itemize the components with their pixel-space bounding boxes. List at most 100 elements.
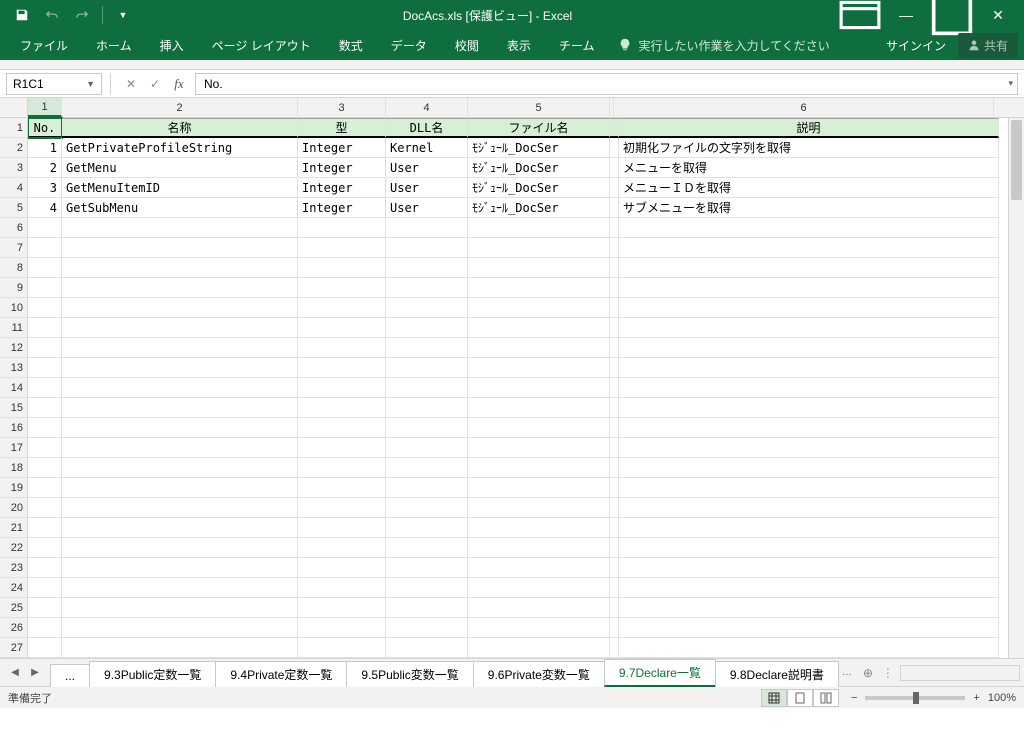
zoom-slider-thumb[interactable] — [913, 692, 919, 704]
cell[interactable] — [610, 498, 619, 518]
cell[interactable] — [610, 598, 619, 618]
formula-input[interactable]: No. ▾ — [195, 73, 1018, 95]
cell[interactable] — [28, 578, 62, 598]
row-header[interactable]: 23 — [0, 558, 27, 578]
customize-qat-button[interactable]: ▼ — [109, 3, 137, 27]
cell[interactable] — [619, 478, 999, 498]
cell[interactable] — [298, 238, 386, 258]
cell[interactable] — [610, 178, 619, 198]
row-header[interactable]: 13 — [0, 358, 27, 378]
cell[interactable] — [610, 518, 619, 538]
row-header[interactable]: 6 — [0, 218, 27, 238]
cell[interactable] — [468, 478, 610, 498]
cell[interactable]: 名称 — [62, 118, 298, 138]
row-header[interactable]: 22 — [0, 538, 27, 558]
cell[interactable]: 型 — [298, 118, 386, 138]
cell[interactable] — [386, 518, 468, 538]
cell[interactable] — [619, 638, 999, 658]
row-header[interactable]: 2 — [0, 138, 27, 158]
cell[interactable] — [298, 458, 386, 478]
cell[interactable] — [62, 418, 298, 438]
cell[interactable] — [468, 618, 610, 638]
redo-button[interactable] — [68, 3, 96, 27]
tab-split-handle[interactable]: ⋮ — [880, 666, 896, 680]
cell[interactable] — [298, 618, 386, 638]
cell[interactable] — [610, 278, 619, 298]
cell[interactable] — [62, 538, 298, 558]
cell[interactable] — [619, 618, 999, 638]
row-header[interactable]: 7 — [0, 238, 27, 258]
cell[interactable] — [610, 358, 619, 378]
cell[interactable] — [62, 318, 298, 338]
cell[interactable] — [619, 318, 999, 338]
cell[interactable] — [386, 218, 468, 238]
cell[interactable] — [298, 438, 386, 458]
cell[interactable] — [28, 238, 62, 258]
cell[interactable] — [298, 258, 386, 278]
cell[interactable] — [62, 498, 298, 518]
column-header[interactable]: 5 — [468, 98, 610, 117]
cell[interactable] — [619, 498, 999, 518]
cell[interactable] — [386, 318, 468, 338]
cell[interactable]: 3 — [28, 178, 62, 198]
cell[interactable] — [62, 458, 298, 478]
sheet-tab[interactable]: 9.3Public定数一覧 — [89, 661, 216, 687]
cell[interactable] — [619, 518, 999, 538]
cell[interactable]: ﾓｼﾞｭｰﾙ_DocSer — [468, 158, 610, 178]
tab-insert[interactable]: 挿入 — [146, 30, 198, 60]
cell[interactable] — [610, 198, 619, 218]
row-header[interactable]: 17 — [0, 438, 27, 458]
cell[interactable] — [62, 238, 298, 258]
cell[interactable] — [619, 278, 999, 298]
cell[interactable] — [386, 618, 468, 638]
cell[interactable] — [386, 358, 468, 378]
cell[interactable] — [298, 218, 386, 238]
cell[interactable] — [62, 598, 298, 618]
row-header[interactable]: 11 — [0, 318, 27, 338]
cell[interactable] — [610, 578, 619, 598]
share-button[interactable]: 共有 — [958, 33, 1018, 58]
row-header[interactable]: 21 — [0, 518, 27, 538]
cell[interactable] — [62, 578, 298, 598]
cell[interactable] — [386, 418, 468, 438]
column-header[interactable]: 6 — [614, 98, 994, 117]
cell[interactable] — [610, 158, 619, 178]
cell[interactable] — [28, 258, 62, 278]
sheet-tab[interactable]: 9.8Declare説明書 — [715, 661, 839, 687]
cell[interactable] — [619, 558, 999, 578]
cell[interactable] — [298, 558, 386, 578]
expand-formula-icon[interactable]: ▾ — [1008, 78, 1013, 89]
cell[interactable] — [610, 418, 619, 438]
cell[interactable] — [28, 378, 62, 398]
tab-more[interactable]: … — [838, 664, 856, 682]
tab-review[interactable]: 校閲 — [441, 30, 493, 60]
row-header[interactable]: 4 — [0, 178, 27, 198]
cell[interactable] — [386, 378, 468, 398]
cell[interactable]: GetMenu — [62, 158, 298, 178]
cell[interactable] — [386, 578, 468, 598]
cell[interactable] — [298, 598, 386, 618]
row-header[interactable]: 18 — [0, 458, 27, 478]
cell[interactable] — [386, 338, 468, 358]
cell[interactable] — [62, 278, 298, 298]
cell[interactable] — [468, 238, 610, 258]
cell[interactable] — [298, 498, 386, 518]
cell[interactable]: メニューＩＤを取得 — [619, 178, 999, 198]
cell[interactable] — [619, 418, 999, 438]
cell[interactable] — [62, 618, 298, 638]
row-header[interactable]: 12 — [0, 338, 27, 358]
cell[interactable] — [28, 478, 62, 498]
cell[interactable] — [619, 458, 999, 478]
cell[interactable] — [468, 358, 610, 378]
cell[interactable]: Kernel — [386, 138, 468, 158]
cell[interactable] — [619, 338, 999, 358]
cell[interactable] — [468, 298, 610, 318]
vertical-scrollbar[interactable] — [1008, 118, 1024, 658]
cell[interactable] — [28, 218, 62, 238]
cell[interactable] — [298, 378, 386, 398]
row-header[interactable]: 8 — [0, 258, 27, 278]
cell[interactable] — [610, 138, 619, 158]
cell[interactable] — [619, 578, 999, 598]
cell[interactable] — [386, 298, 468, 318]
cell[interactable] — [468, 518, 610, 538]
